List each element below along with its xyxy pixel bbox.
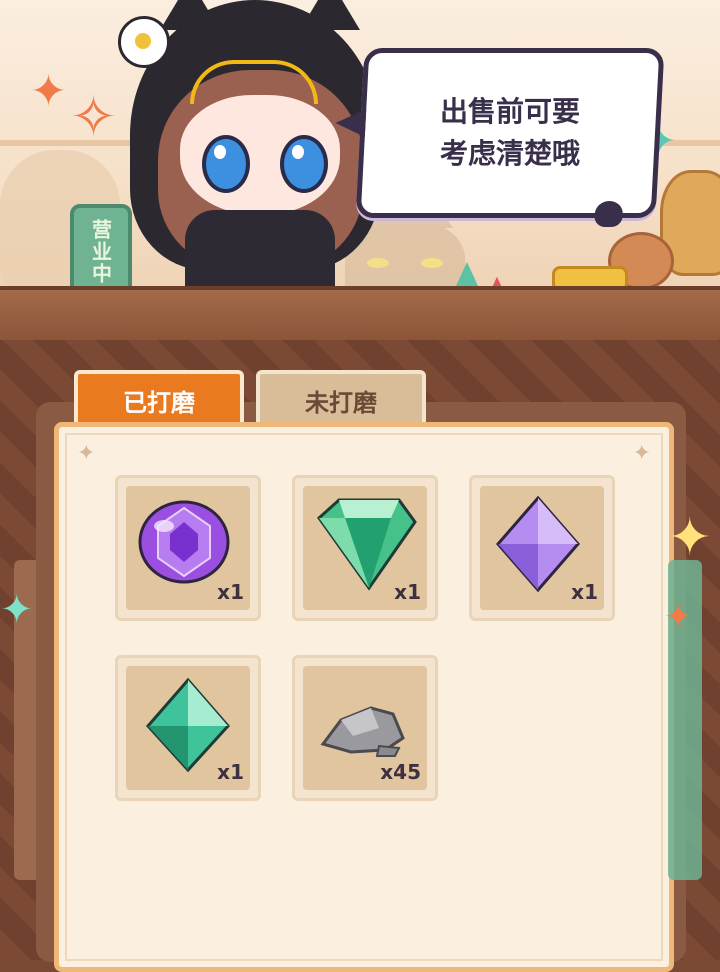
inventory-board: ✦ ✦ x1 x1 x1 x1 x45 [54, 422, 674, 972]
shopkeeper-character [118, 0, 390, 292]
cat-face-icon [594, 201, 624, 227]
inventory-slot[interactable]: x1 [292, 475, 438, 621]
speech-line-2: 考虑清楚哦 [439, 137, 580, 170]
sparkle-icon: ✦ [30, 66, 67, 117]
item-quantity: x1 [217, 580, 244, 604]
speech-line-1: 出售前可要 [439, 95, 580, 128]
small-crystal-decoration [456, 262, 478, 286]
sparkle-icon: ✦ [668, 508, 712, 568]
item-quantity: x1 [217, 760, 244, 784]
corner-ornament: ✦ [632, 441, 651, 466]
item-quantity: x45 [380, 760, 421, 784]
inventory-slot[interactable]: x1 [115, 475, 261, 621]
speech-bubble: 出售前可要 考虑清楚哦 [355, 48, 665, 227]
inventory-slot[interactable]: x1 [469, 475, 615, 621]
corner-ornament: ✦ [77, 441, 96, 466]
inventory-slot[interactable]: x45 [292, 655, 438, 801]
shop-scene: ✦ ✧ ✦ 营业中 出售前可要 考虑清楚哦 [0, 0, 720, 300]
item-quantity: x1 [394, 580, 421, 604]
inventory-slot[interactable]: x1 [115, 655, 261, 801]
open-sign-text: 营业中 [88, 219, 113, 285]
tab-polished-label: 已打磨 [123, 388, 195, 417]
sparkle-icon: ✦ [664, 597, 693, 637]
item-quantity: x1 [571, 580, 598, 604]
tab-polished[interactable]: 已打磨 [74, 370, 244, 426]
flower-icon [118, 16, 170, 68]
shop-counter [0, 286, 720, 348]
tab-unpolished-label: 未打磨 [305, 388, 377, 417]
tab-unpolished[interactable]: 未打磨 [256, 370, 426, 426]
sparkle-icon: ✧ [70, 85, 117, 150]
sparkle-icon: ✦ [0, 587, 34, 633]
